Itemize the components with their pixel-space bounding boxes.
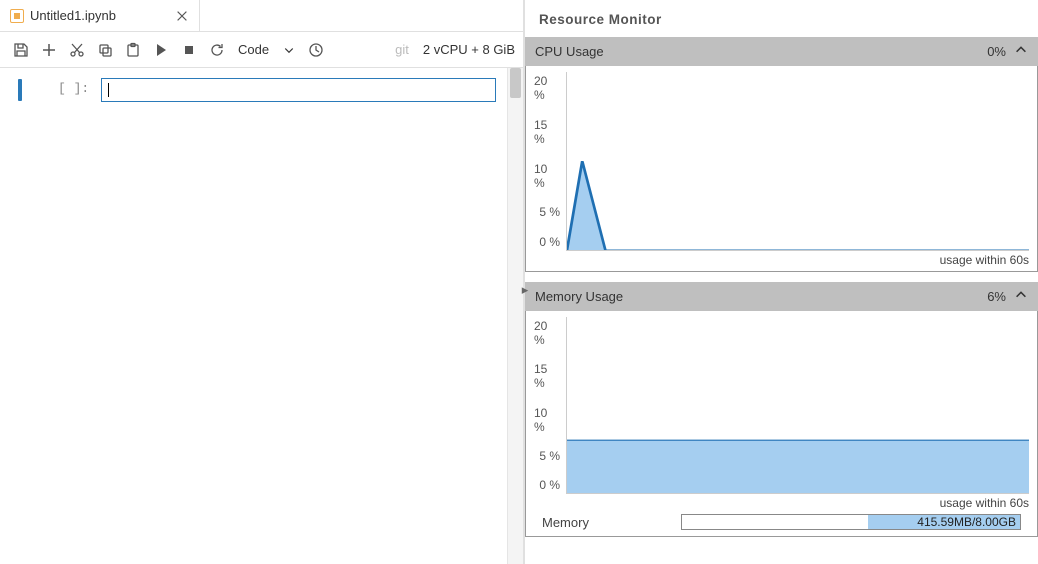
ytick: 5 % bbox=[539, 449, 560, 463]
chevron-up-icon[interactable] bbox=[1014, 43, 1028, 60]
ytick: 5 % bbox=[539, 205, 560, 219]
paste-button[interactable] bbox=[120, 37, 146, 63]
add-cell-button[interactable] bbox=[36, 37, 62, 63]
copy-button[interactable] bbox=[92, 37, 118, 63]
cpu-y-axis: 20 % 15 % 10 % 5 % 0 % bbox=[534, 72, 566, 251]
cpu-value: 0% bbox=[987, 44, 1006, 59]
notebook-scrollbar[interactable] bbox=[507, 68, 523, 564]
cell-input[interactable] bbox=[101, 78, 496, 102]
chevron-down-icon bbox=[283, 44, 295, 56]
memory-panel-header[interactable]: Memory Usage 6% bbox=[525, 282, 1038, 311]
chevron-up-icon[interactable] bbox=[1014, 288, 1028, 305]
tab-untitled1[interactable]: Untitled1.ipynb bbox=[0, 0, 200, 31]
tab-bar: Untitled1.ipynb bbox=[0, 0, 523, 32]
ytick: 0 % bbox=[539, 478, 560, 492]
memory-value: 6% bbox=[987, 289, 1006, 304]
resource-monitor-pane: ▸ Resource Monitor CPU Usage 0% 20 % 15 … bbox=[524, 0, 1038, 564]
notebook-body[interactable]: [ ]: bbox=[0, 68, 523, 564]
ytick: 20 % bbox=[534, 319, 560, 347]
cell-active-marker bbox=[18, 79, 22, 101]
notebook-icon bbox=[10, 9, 24, 23]
memory-footer: usage within 60s bbox=[534, 494, 1029, 510]
cpu-plot-area bbox=[566, 72, 1029, 251]
git-label[interactable]: git bbox=[395, 42, 409, 57]
memory-y-axis: 20 % 15 % 10 % 5 % 0 % bbox=[534, 317, 566, 494]
clock-icon[interactable] bbox=[303, 37, 329, 63]
text-cursor bbox=[108, 83, 109, 97]
scrollbar-thumb[interactable] bbox=[510, 68, 521, 98]
cpu-panel-body: 20 % 15 % 10 % 5 % 0 % usage within 60s bbox=[525, 66, 1038, 272]
memory-bar-text: 415.59MB/8.00GB bbox=[682, 515, 1020, 529]
notebook-toolbar: Code git 2 vCPU + 8 GiB bbox=[0, 32, 523, 68]
monitor-panels: CPU Usage 0% 20 % 15 % 10 % 5 % 0 % bbox=[525, 37, 1038, 564]
memory-chart: 20 % 15 % 10 % 5 % 0 % bbox=[534, 317, 1029, 494]
code-cell[interactable]: [ ]: bbox=[12, 78, 511, 102]
memory-bar-label: Memory bbox=[542, 515, 589, 530]
memory-plot-area bbox=[566, 317, 1029, 494]
memory-panel-body: 20 % 15 % 10 % 5 % 0 % usage within 60s bbox=[525, 311, 1038, 537]
compute-resources[interactable]: 2 vCPU + 8 GiB bbox=[423, 42, 515, 57]
run-button[interactable] bbox=[148, 37, 174, 63]
cpu-panel: CPU Usage 0% 20 % 15 % 10 % 5 % 0 % bbox=[525, 37, 1038, 272]
save-button[interactable] bbox=[8, 37, 34, 63]
memory-bar: 415.59MB/8.00GB bbox=[681, 514, 1021, 530]
cell-prompt: [ ]: bbox=[58, 78, 89, 96]
stop-button[interactable] bbox=[176, 37, 202, 63]
cell-type-label: Code bbox=[238, 42, 269, 57]
splitter-handle[interactable]: ▸ bbox=[521, 282, 529, 298]
resource-monitor-title: Resource Monitor bbox=[525, 0, 1038, 37]
memory-title: Memory Usage bbox=[535, 289, 623, 304]
ytick: 15 % bbox=[534, 118, 560, 146]
cell-type-select[interactable]: Code bbox=[232, 42, 301, 57]
cpu-title: CPU Usage bbox=[535, 44, 604, 59]
memory-bar-row: Memory 415.59MB/8.00GB bbox=[534, 510, 1029, 532]
memory-plot-svg bbox=[567, 317, 1029, 493]
ytick: 10 % bbox=[534, 406, 560, 434]
cpu-plot-svg bbox=[567, 72, 1029, 250]
memory-panel: Memory Usage 6% 20 % 15 % 10 % 5 % 0 % bbox=[525, 282, 1038, 537]
notebook-pane: Untitled1.ipynb bbox=[0, 0, 524, 564]
close-icon[interactable] bbox=[175, 9, 189, 23]
restart-button[interactable] bbox=[204, 37, 230, 63]
ytick: 0 % bbox=[539, 235, 560, 249]
ytick: 15 % bbox=[534, 362, 560, 390]
cpu-panel-header[interactable]: CPU Usage 0% bbox=[525, 37, 1038, 66]
ytick: 10 % bbox=[534, 162, 560, 190]
cpu-footer: usage within 60s bbox=[534, 251, 1029, 267]
cut-button[interactable] bbox=[64, 37, 90, 63]
ytick: 20 % bbox=[534, 74, 560, 102]
cpu-chart: 20 % 15 % 10 % 5 % 0 % bbox=[534, 72, 1029, 251]
tab-title: Untitled1.ipynb bbox=[30, 8, 116, 23]
